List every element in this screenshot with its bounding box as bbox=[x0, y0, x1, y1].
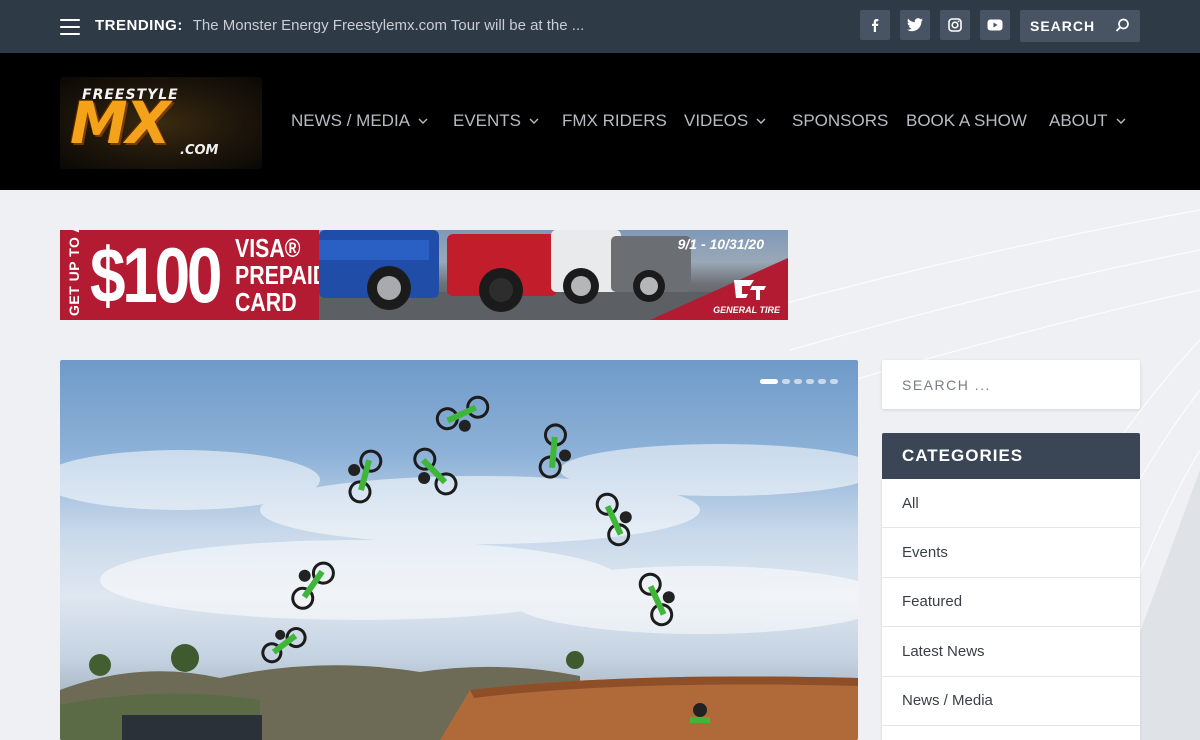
header-search bbox=[1020, 10, 1140, 42]
sidebar-search-input[interactable] bbox=[882, 360, 1140, 409]
slider-dot[interactable] bbox=[806, 379, 814, 384]
youtube-icon[interactable] bbox=[980, 10, 1010, 40]
slider-pagination bbox=[760, 379, 838, 384]
category-item[interactable]: Events bbox=[882, 528, 1140, 578]
categories-header: CATEGORIES bbox=[882, 433, 1140, 479]
ad-amount: $100 bbox=[90, 231, 222, 319]
nav-news-media[interactable]: NEWS / MEDIA bbox=[291, 111, 428, 131]
ad-line-1: VISA® bbox=[235, 233, 301, 263]
slider-dot[interactable] bbox=[782, 379, 790, 384]
slider-dot[interactable] bbox=[760, 379, 778, 384]
nav-label: FMX RIDERS bbox=[562, 111, 667, 130]
top-bar: TRENDING: The Monster Energy Freestylemx… bbox=[0, 0, 1200, 53]
site-logo[interactable]: FREESTYLE MX .COM bbox=[60, 77, 262, 169]
nav-label: VIDEOS bbox=[684, 111, 749, 130]
trending-headline[interactable]: The Monster Energy Freestylemx.com Tour … bbox=[193, 17, 585, 34]
slider-dot[interactable] bbox=[818, 379, 826, 384]
search-icon[interactable] bbox=[1115, 18, 1130, 33]
header-search-input[interactable] bbox=[1020, 18, 1110, 34]
nav-about[interactable]: ABOUT bbox=[1049, 111, 1126, 131]
trending-ticker[interactable]: TRENDING: The Monster Energy Freestylemx… bbox=[95, 17, 584, 34]
nav-fmx-riders[interactable]: FMX RIDERS bbox=[562, 111, 667, 131]
chevron-down-icon bbox=[529, 118, 539, 124]
categories-list: All Events Featured Latest News News / M… bbox=[882, 479, 1140, 740]
ad-promo-panel: GET UP TO A $100 VISA® PREPAID CARD bbox=[60, 230, 328, 320]
nav-sponsors[interactable]: SPONSORS bbox=[792, 111, 888, 131]
chevron-down-icon bbox=[756, 118, 766, 124]
category-item[interactable]: Latest News bbox=[882, 627, 1140, 677]
logo-main-text: MX bbox=[70, 89, 170, 157]
general-tire-logo-icon bbox=[734, 280, 766, 300]
categories-title: CATEGORIES bbox=[902, 446, 1024, 465]
ad-brand: GENERAL TIRE bbox=[713, 305, 780, 315]
ad-visa-text: VISA® PREPAID CARD bbox=[235, 235, 328, 316]
nav-events[interactable]: EVENTS bbox=[453, 111, 539, 131]
category-item[interactable]: Featured bbox=[882, 578, 1140, 628]
ad-trucks-photo: 9/1 - 10/31/20 GENERAL TIRE bbox=[319, 230, 788, 320]
nav-label: NEWS / MEDIA bbox=[291, 111, 411, 130]
category-item[interactable]: All bbox=[882, 479, 1140, 529]
fmx-sequence-photo bbox=[60, 395, 858, 740]
category-item[interactable]: News / Media bbox=[882, 677, 1140, 726]
nav-label: EVENTS bbox=[453, 111, 522, 130]
nav-label: BOOK A SHOW bbox=[906, 111, 1027, 130]
main-header: FREESTYLE MX .COM NEWS / MEDIA EVENTS FM… bbox=[0, 53, 1200, 190]
nav-book-a-show[interactable]: BOOK A SHOW bbox=[906, 111, 1027, 131]
menu-icon[interactable] bbox=[60, 19, 80, 35]
hero-slider[interactable] bbox=[60, 360, 858, 740]
slider-dot[interactable] bbox=[830, 379, 838, 384]
instagram-icon[interactable] bbox=[940, 10, 970, 40]
trending-label: TRENDING: bbox=[95, 17, 183, 34]
ad-line-3: CARD bbox=[235, 287, 297, 317]
ad-dates: 9/1 - 10/31/20 bbox=[677, 236, 764, 252]
facebook-icon[interactable] bbox=[860, 10, 890, 40]
slider-dot[interactable] bbox=[794, 379, 802, 384]
banner-ad[interactable]: GET UP TO A $100 VISA® PREPAID CARD 9/1 … bbox=[60, 230, 788, 320]
ad-side-text: GET UP TO A bbox=[66, 230, 82, 316]
chevron-down-icon bbox=[1116, 118, 1126, 124]
nav-label: ABOUT bbox=[1049, 111, 1108, 130]
sidebar-search bbox=[882, 360, 1140, 409]
ad-line-2: PREPAID bbox=[235, 260, 329, 290]
category-item[interactable] bbox=[882, 726, 1140, 740]
logo-domain-text: .COM bbox=[180, 143, 219, 158]
twitter-icon[interactable] bbox=[900, 10, 930, 40]
nav-label: SPONSORS bbox=[792, 111, 889, 130]
chevron-down-icon bbox=[418, 118, 428, 124]
nav-videos[interactable]: VIDEOS bbox=[684, 111, 766, 131]
